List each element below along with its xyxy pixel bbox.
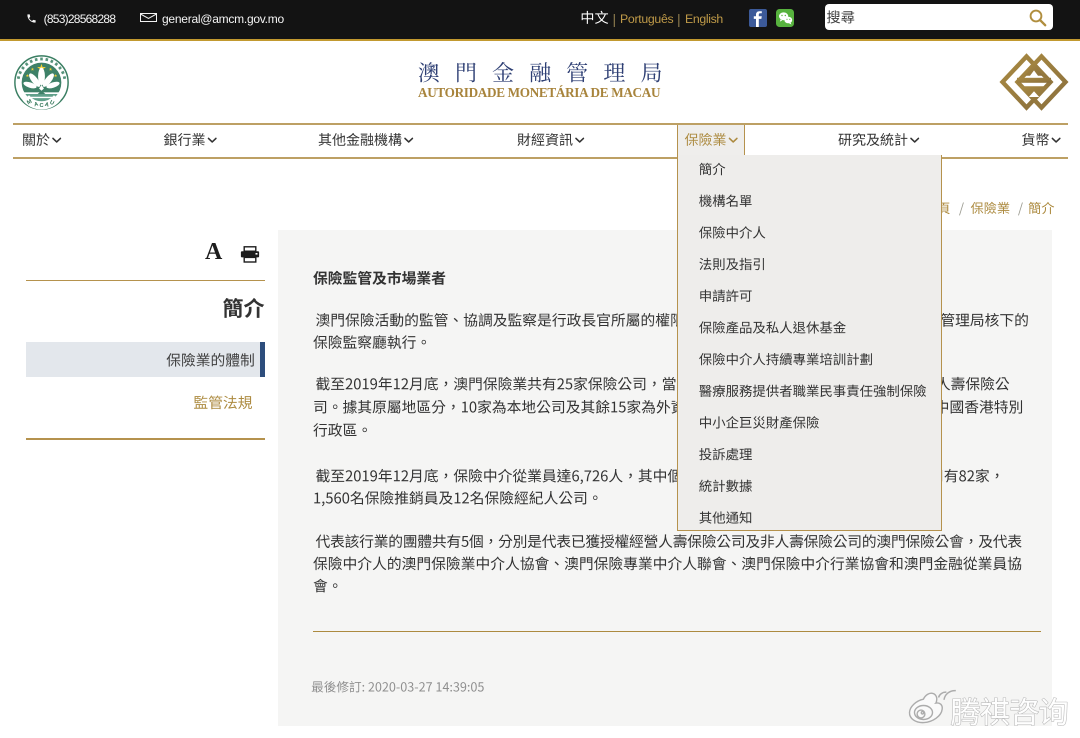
- svg-text:C: C: [39, 102, 43, 108]
